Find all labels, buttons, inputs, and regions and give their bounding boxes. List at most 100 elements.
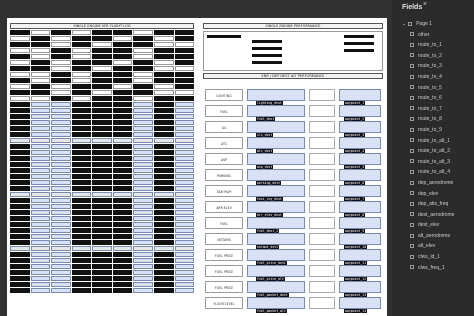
redacted-field[interactable] (153, 204, 174, 209)
redacted-field[interactable] (112, 114, 133, 119)
redacted-field[interactable] (112, 66, 133, 71)
waypoint-field[interactable]: waypoint_6 (339, 169, 381, 185)
field-item[interactable]: route_to_alt_1 (402, 136, 474, 147)
field-item[interactable]: dest_aerodrome (402, 210, 474, 221)
redacted-field[interactable] (92, 156, 112, 161)
redacted-field[interactable] (112, 240, 133, 245)
redacted-field[interactable] (112, 72, 133, 77)
field-item[interactable]: route_to_1 (402, 40, 474, 51)
redacted-field[interactable] (10, 258, 30, 263)
perf-mid-field[interactable] (309, 105, 335, 117)
redacted-field[interactable] (71, 156, 92, 161)
redacted-field[interactable] (51, 96, 71, 101)
redacted-field[interactable] (51, 48, 71, 53)
field-item[interactable]: route_to_5 (402, 83, 474, 94)
redacted-field[interactable] (153, 168, 174, 173)
redacted-field[interactable] (174, 96, 195, 101)
redacted-field[interactable] (92, 60, 112, 65)
redacted-field[interactable] (71, 60, 92, 65)
field-item[interactable]: dep_atis_freq (402, 199, 474, 210)
waypoint-field[interactable]: waypoint_3 (339, 121, 381, 137)
redacted-field[interactable] (71, 144, 92, 149)
redacted-field[interactable] (92, 240, 112, 245)
redacted-field[interactable] (10, 102, 30, 107)
redacted-field[interactable] (133, 66, 153, 71)
redacted-field[interactable] (71, 84, 92, 89)
perf-field[interactable]: taxi_rwy_dest (247, 185, 305, 201)
redacted-field[interactable] (71, 204, 92, 209)
redacted-field[interactable] (153, 216, 174, 221)
redacted-field[interactable] (133, 42, 153, 47)
redacted-field[interactable] (71, 108, 92, 113)
redacted-field[interactable] (112, 276, 133, 281)
redacted-field[interactable] (92, 216, 112, 221)
redacted-field[interactable] (112, 228, 133, 233)
redacted-field[interactable] (174, 30, 195, 35)
perf-field[interactable]: fuel_dest (247, 105, 305, 121)
redacted-field[interactable] (71, 174, 92, 179)
redacted-field[interactable] (71, 234, 92, 239)
redacted-field[interactable] (174, 48, 195, 53)
field-item[interactable]: clws_id_1 (402, 252, 474, 263)
field-item[interactable]: dep_elev (402, 189, 474, 200)
redacted-field[interactable] (153, 78, 174, 83)
waypoint-field[interactable]: waypoint_14 (339, 297, 381, 313)
field-item[interactable]: route_to_alt_4 (402, 167, 474, 178)
redacted-field[interactable] (112, 288, 133, 293)
redacted-field[interactable] (153, 162, 174, 167)
redacted-field[interactable] (92, 288, 112, 293)
redacted-field[interactable] (153, 30, 174, 35)
perf-mid-field[interactable] (309, 281, 335, 293)
field-item[interactable]: alt_elev (402, 241, 474, 252)
redacted-field[interactable] (71, 216, 92, 221)
redacted-field[interactable] (10, 30, 30, 35)
redacted-field[interactable] (71, 66, 92, 71)
redacted-field[interactable] (10, 54, 30, 59)
field-item[interactable]: dep_aerodrome (402, 178, 474, 189)
redacted-field[interactable] (71, 36, 92, 41)
redacted-field[interactable] (92, 186, 112, 191)
redacted-field[interactable] (153, 198, 174, 203)
redacted-field[interactable] (112, 252, 133, 257)
waypoint-field[interactable]: waypoint_11 (339, 249, 381, 265)
redacted-field[interactable] (92, 252, 112, 257)
redacted-field[interactable] (10, 66, 30, 71)
page-node[interactable]: ⌄ Page 1 (402, 19, 474, 30)
redacted-field[interactable] (92, 258, 112, 263)
waypoint-field[interactable]: waypoint_10 (339, 233, 381, 249)
redacted-field[interactable] (112, 216, 133, 221)
redacted-field[interactable] (30, 36, 51, 41)
redacted-field[interactable] (153, 252, 174, 257)
perf-field[interactable]: asp_dest (247, 153, 305, 169)
redacted-field[interactable] (92, 282, 112, 287)
redacted-field[interactable] (92, 120, 112, 125)
redacted-field[interactable] (153, 180, 174, 185)
redacted-field[interactable] (112, 264, 133, 269)
field-item[interactable]: route_to_6 (402, 93, 474, 104)
redacted-field[interactable] (92, 180, 112, 185)
redacted-field[interactable] (10, 252, 30, 257)
redacted-field[interactable] (112, 102, 133, 107)
redacted-field[interactable] (71, 264, 92, 269)
redacted-field[interactable] (71, 126, 92, 131)
perf-field[interactable]: fuel_price_alt (247, 265, 305, 281)
redacted-field[interactable] (71, 180, 92, 185)
redacted-field[interactable] (71, 162, 92, 167)
redacted-field[interactable] (10, 180, 30, 185)
redacted-field[interactable] (71, 102, 92, 107)
perf-field[interactable]: arr_elev_dest (247, 201, 305, 217)
perf-mid-field[interactable] (309, 201, 335, 213)
redacted-field[interactable] (10, 120, 30, 125)
redacted-field[interactable] (112, 126, 133, 131)
redacted-field[interactable] (71, 168, 92, 173)
redacted-field[interactable] (71, 186, 92, 191)
perf-field[interactable]: parking_dest (247, 169, 305, 185)
field-item[interactable]: route_to_2 (402, 51, 474, 62)
perf-mid-field[interactable] (309, 185, 335, 197)
redacted-field[interactable] (112, 180, 133, 185)
redacted-field[interactable] (10, 150, 30, 155)
redacted-field[interactable] (71, 132, 92, 137)
redacted-field[interactable] (153, 132, 174, 137)
redacted-field[interactable] (92, 198, 112, 203)
redacted-field[interactable] (174, 36, 195, 41)
